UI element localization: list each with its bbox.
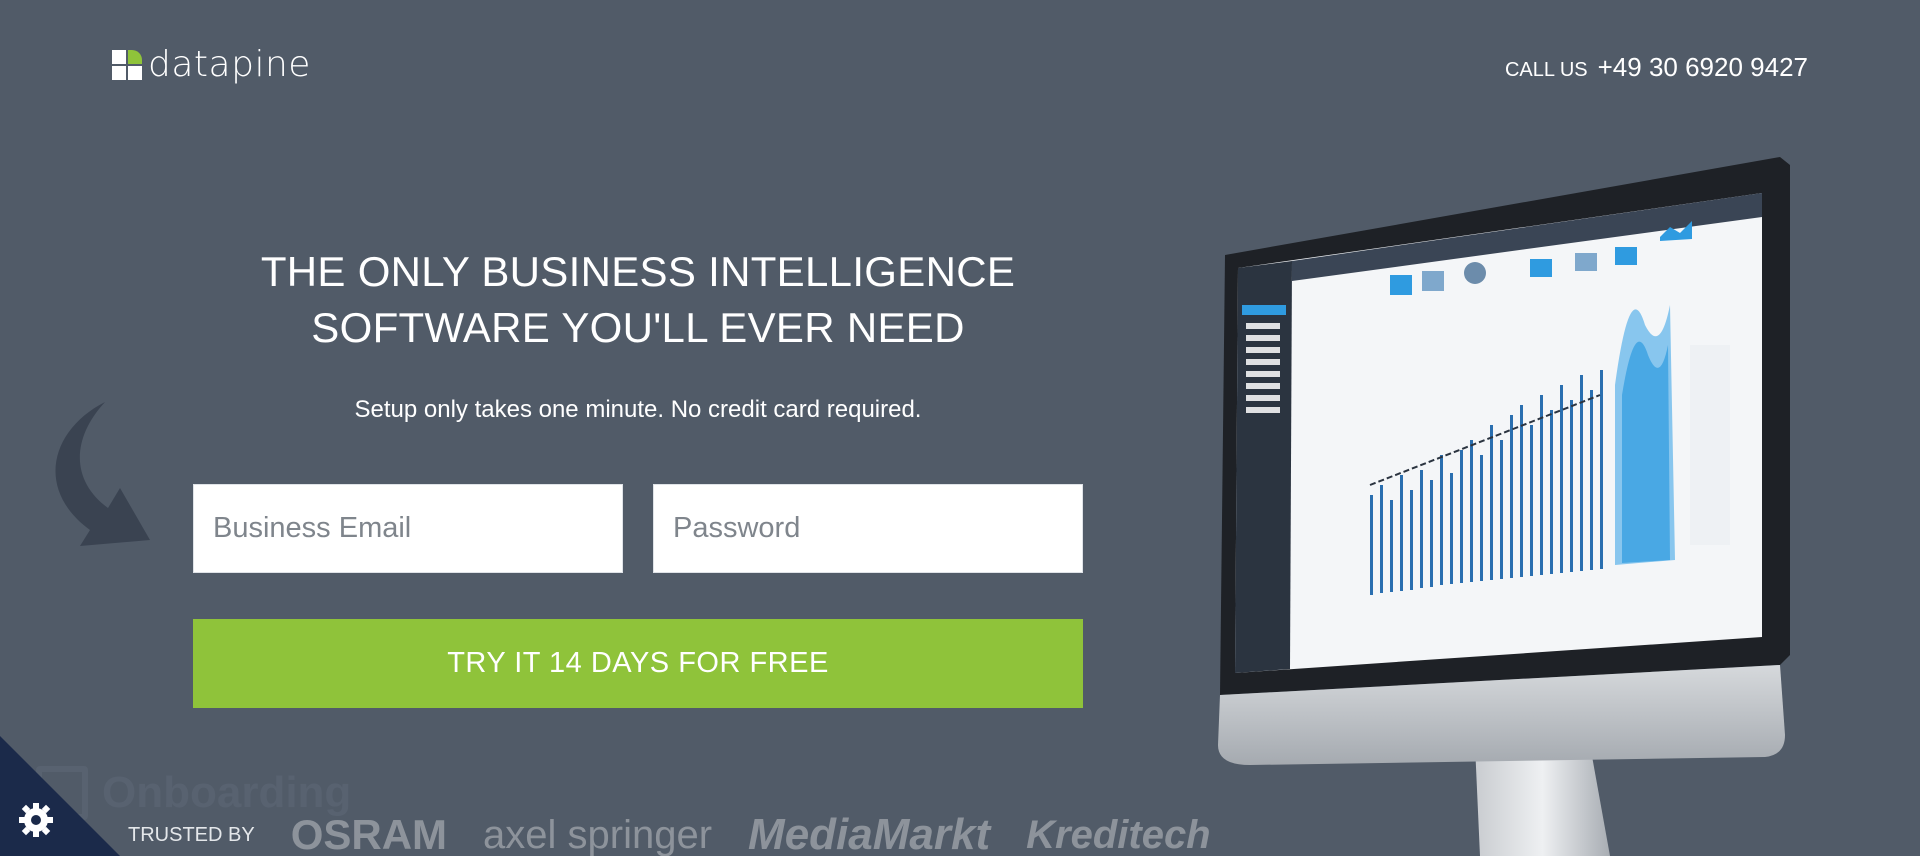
hero-subheadline: Setup only takes one minute. No credit c…	[354, 396, 922, 423]
phone-number[interactable]: +49 30 6920 9427	[1598, 52, 1808, 83]
brand-logo-mediamarkt: MediaMarkt	[748, 810, 991, 856]
logo-text: datapine	[148, 44, 311, 85]
monitor-illustration	[1218, 157, 1790, 856]
password-field[interactable]	[653, 484, 1083, 573]
call-us: CALL US +49 30 6920 9427	[1505, 52, 1808, 83]
call-label: CALL US	[1504, 59, 1588, 81]
email-field[interactable]	[193, 484, 623, 573]
cookie-settings-button[interactable]	[0, 736, 120, 856]
email-input[interactable]	[213, 512, 622, 545]
headline-line-2: SOFTWARE YOU'LL EVER NEED	[311, 304, 965, 351]
password-input[interactable]	[673, 512, 1082, 545]
datapine-logo[interactable]: datapine	[112, 44, 311, 85]
gear-icon	[19, 803, 53, 837]
headline-line-1: THE ONLY BUSINESS INTELLIGENCE	[260, 248, 1016, 295]
hero-headline: THE ONLY BUSINESS INTELLIGENCE SOFTWARE …	[193, 244, 1083, 356]
try-free-button[interactable]: TRY IT 14 DAYS FOR FREE	[193, 619, 1083, 708]
onboarding-text: Onboarding	[102, 768, 352, 817]
brand-logo-axel-springer: axel springer	[483, 812, 713, 856]
logo-mark-icon	[112, 49, 142, 80]
curved-arrow-icon	[55, 402, 151, 546]
trusted-label: TRUSTED BY	[128, 823, 255, 846]
brand-logo-kreditech: Kreditech	[1026, 812, 1211, 856]
